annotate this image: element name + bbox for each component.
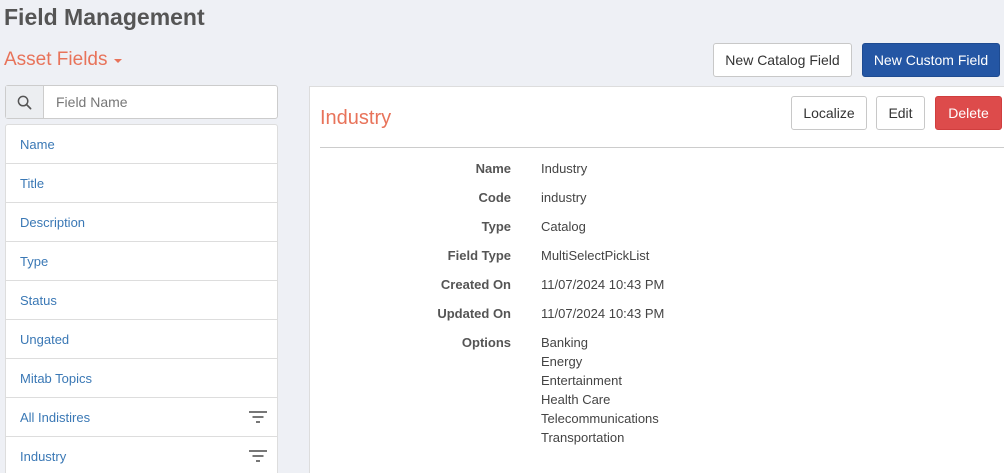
detail-key: Field Type	[447, 248, 511, 263]
option-item: Banking	[541, 335, 588, 350]
new-catalog-field-button[interactable]: New Catalog Field	[713, 43, 852, 77]
option-item: Entertainment	[541, 373, 622, 388]
delete-button[interactable]: Delete	[935, 96, 1002, 130]
detail-value: Industry	[541, 161, 588, 176]
asset-fields-dropdown[interactable]: Asset Fields	[4, 49, 123, 71]
list-item[interactable]: Mitab Topics	[6, 359, 277, 398]
field-list: Name Title Description Type Status Ungat…	[5, 124, 278, 473]
list-item[interactable]: Industry	[6, 437, 277, 473]
detail-value: 11/07/2024 10:43 PM	[541, 306, 665, 321]
new-custom-field-button[interactable]: New Custom Field	[862, 43, 1000, 77]
detail-row-updated-on: Updated On 11/07/2024 10:43 PM	[310, 306, 1004, 326]
detail-key: Type	[481, 219, 511, 234]
filter-icon[interactable]	[249, 410, 267, 424]
list-item[interactable]: Status	[6, 281, 277, 320]
list-item-label: Title	[20, 175, 45, 191]
detail-row-code: Code industry	[310, 190, 1004, 210]
detail-row-type: Type Catalog	[310, 219, 1004, 239]
detail-key: Options	[461, 335, 511, 350]
option-item: Transportation	[541, 430, 625, 445]
divider	[320, 147, 1004, 148]
list-item[interactable]: All Indistires	[6, 398, 277, 437]
edit-button[interactable]: Edit	[876, 96, 925, 130]
list-item[interactable]: Name	[6, 125, 277, 164]
detail-value: industry	[541, 190, 587, 205]
list-item-label: Type	[20, 253, 49, 269]
list-item-label: Ungated	[20, 331, 70, 347]
detail-row-field-type: Field Type MultiSelectPickList	[310, 248, 1004, 268]
list-item[interactable]: Ungated	[6, 320, 277, 359]
field-detail-panel: Industry Localize Edit Delete Name Indus…	[309, 86, 1004, 473]
page-title: Field Management	[4, 4, 205, 30]
detail-value: 11/07/2024 10:43 PM	[541, 277, 665, 292]
list-item[interactable]: Description	[6, 203, 277, 242]
detail-value: Catalog	[541, 219, 586, 234]
asset-fields-dropdown-label: Asset Fields	[4, 49, 108, 70]
detail-key: Created On	[440, 277, 511, 292]
detail-key: Code	[478, 190, 512, 205]
option-item: Energy	[541, 354, 583, 369]
detail-row-created-on: Created On 11/07/2024 10:43 PM	[310, 277, 1004, 297]
search-input[interactable]	[44, 86, 277, 118]
list-item[interactable]: Type	[6, 242, 277, 281]
field-search	[5, 85, 278, 119]
detail-value: MultiSelectPickList	[541, 248, 650, 263]
caret-down-icon	[114, 59, 123, 63]
search-icon[interactable]	[6, 86, 44, 118]
option-item: Health Care	[541, 392, 611, 407]
list-item-label: Description	[20, 214, 86, 230]
filter-icon[interactable]	[249, 449, 267, 463]
detail-key: Name	[475, 161, 511, 176]
list-item-label: Name	[20, 136, 55, 152]
detail-key: Updated On	[437, 306, 511, 321]
options-list: Banking Energy Entertainment Health Care…	[541, 335, 659, 449]
list-item[interactable]: Title	[6, 164, 277, 203]
list-item-label: Industry	[20, 448, 67, 464]
localize-button[interactable]: Localize	[791, 96, 867, 130]
list-item-label: All Indistires	[20, 409, 91, 425]
option-item: Telecommunications	[541, 411, 659, 426]
list-item-label: Mitab Topics	[20, 370, 93, 386]
list-item-label: Status	[20, 292, 57, 308]
field-detail-title: Industry	[320, 107, 392, 129]
detail-row-name: Name Industry	[310, 161, 1004, 181]
